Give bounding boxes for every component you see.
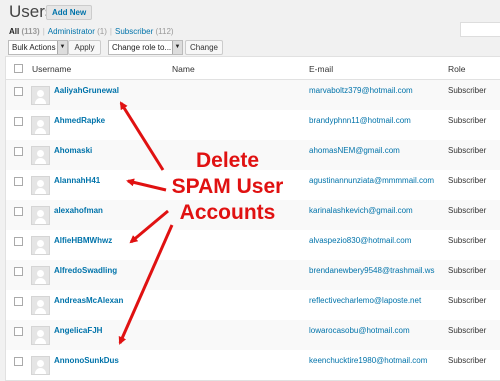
annotation-text: Delete SPAM User Accounts	[165, 148, 290, 226]
arrow-to-row-6	[129, 209, 169, 244]
annotation-line-3: Accounts	[179, 201, 276, 224]
arrow-to-row-10	[118, 224, 174, 345]
arrow-to-row-4	[126, 178, 167, 192]
annotation-line-2: SPAM User	[171, 175, 284, 198]
arrow-to-row-1	[119, 101, 165, 171]
annotation-line-1: Delete	[195, 149, 260, 172]
